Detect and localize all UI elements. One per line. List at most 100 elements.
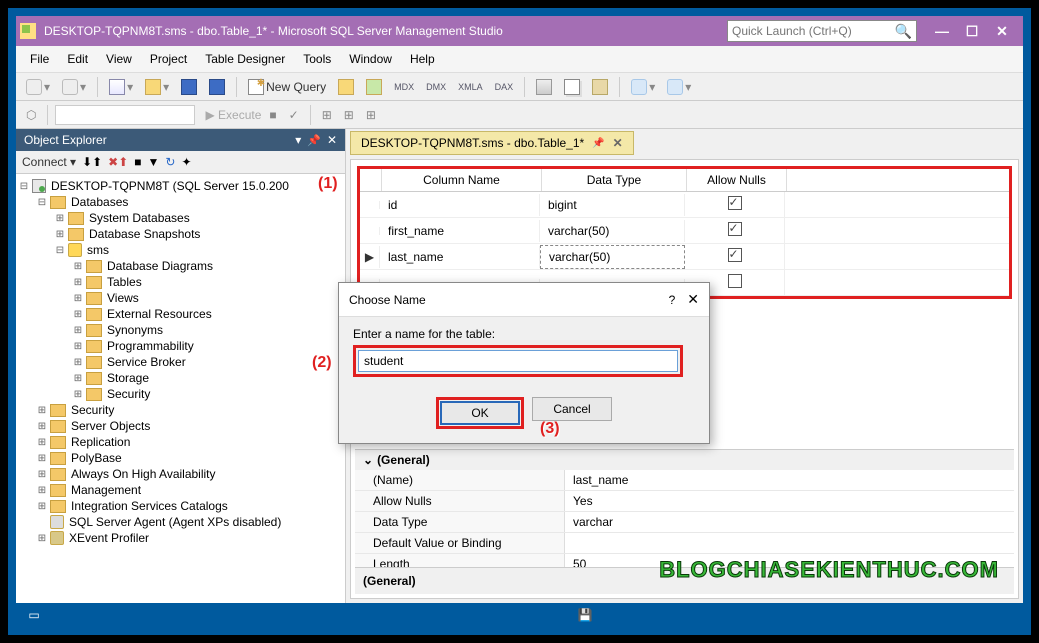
quick-launch-input[interactable] — [732, 24, 895, 38]
prop-row[interactable]: Default Value or Binding — [355, 533, 1014, 554]
main-toolbar: ▾ ▾ ▾ ▾ New Query MDX DMX XMLA DAX ▾ ▾ — [16, 73, 1023, 101]
parse-button: ✓ — [285, 106, 303, 124]
undo-icon — [631, 79, 647, 95]
filter-icon[interactable]: ▼ — [148, 155, 160, 169]
refresh-icon[interactable]: ↻ — [165, 155, 175, 169]
ext-resources-node[interactable]: ⊞External Resources — [18, 306, 343, 322]
allow-nulls-checkbox[interactable] — [728, 274, 742, 288]
menu-edit[interactable]: Edit — [59, 50, 96, 68]
menu-table-designer[interactable]: Table Designer — [197, 50, 293, 68]
snapshots-node[interactable]: ⊞Database Snapshots — [18, 226, 343, 242]
prop-row[interactable]: Data Typevarchar — [355, 512, 1014, 533]
search-icon[interactable]: 🔍 — [895, 23, 912, 40]
storage-node[interactable]: ⊞Storage — [18, 370, 343, 386]
synonyms-node[interactable]: ⊞Synonyms — [18, 322, 343, 338]
prop-row[interactable]: Allow NullsYes — [355, 491, 1014, 512]
tab-close-icon[interactable]: ✕ — [613, 136, 623, 150]
close-button[interactable]: ✕ — [987, 20, 1017, 42]
menu-view[interactable]: View — [98, 50, 140, 68]
new-query-button[interactable]: New Query — [244, 77, 330, 97]
paste-button[interactable] — [588, 77, 612, 97]
dialog-close-icon[interactable]: ✕ — [687, 291, 699, 308]
cut-button[interactable] — [532, 77, 556, 97]
management-node[interactable]: ⊞Management — [18, 482, 343, 498]
agent-node[interactable]: SQL Server Agent (Agent XPs disabled) — [18, 514, 343, 530]
header-allow-nulls: Allow Nulls — [687, 169, 787, 191]
xmla-query-icon[interactable]: XMLA — [454, 80, 487, 94]
help-icon[interactable]: ? — [669, 293, 676, 307]
tab-table-designer[interactable]: DESKTOP-TQPNM8T.sms - dbo.Table_1* 📌 ✕ — [350, 131, 634, 155]
polybase-node[interactable]: ⊞PolyBase — [18, 450, 343, 466]
save-button[interactable] — [177, 77, 201, 97]
allow-nulls-checkbox[interactable] — [728, 222, 742, 236]
xevent-node[interactable]: ⊞XEvent Profiler — [18, 530, 343, 546]
server-node[interactable]: ⊟DESKTOP-TQPNM8T (SQL Server 15.0.200 — [18, 178, 343, 194]
security-node[interactable]: ⊞Security — [18, 386, 343, 402]
connect-server-icon[interactable]: ⬇⬆ — [82, 155, 102, 169]
databases-node[interactable]: ⊟Databases — [18, 194, 343, 210]
nav-forward-button[interactable]: ▾ — [58, 77, 90, 97]
table-row[interactable]: first_name varchar(50) — [360, 218, 1009, 244]
server-objects-node[interactable]: ⊞Server Objects — [18, 418, 343, 434]
table-designer-grid[interactable]: Column Name Data Type Allow Nulls id big… — [357, 166, 1012, 299]
nav-back-button[interactable]: ▾ — [22, 77, 54, 97]
programmability-node[interactable]: ⊞Programmability — [18, 338, 343, 354]
open-file-button[interactable]: ▾ — [141, 77, 173, 97]
system-databases-node[interactable]: ⊞System Databases — [18, 210, 343, 226]
always-on-node[interactable]: ⊞Always On High Availability — [18, 466, 343, 482]
menubar: File Edit View Project Table Designer To… — [16, 46, 1023, 73]
redo-button[interactable]: ▾ — [663, 77, 695, 97]
dialog-label: Enter a name for the table: — [353, 327, 695, 341]
disconnect-icon[interactable]: ✖⬆ — [108, 155, 128, 169]
diagrams-node[interactable]: ⊞Database Diagrams — [18, 258, 343, 274]
choose-name-dialog: Choose Name ? ✕ Enter a name for the tab… — [338, 282, 710, 444]
tree[interactable]: ⊟DESKTOP-TQPNM8T (SQL Server 15.0.200 ⊟D… — [16, 174, 345, 603]
sms-db-node[interactable]: ⊟sms — [18, 242, 343, 258]
plus-icon[interactable]: ✦ — [181, 155, 191, 169]
table-name-input[interactable] — [358, 350, 678, 372]
server-security-node[interactable]: ⊞Security — [18, 402, 343, 418]
minimize-button[interactable]: — — [927, 20, 957, 42]
object-explorer-header: Object Explorer ▾ 📌 ✕ — [16, 129, 345, 151]
close-panel-icon[interactable]: ✕ — [327, 133, 337, 147]
menu-help[interactable]: Help — [402, 50, 443, 68]
execute-button: ▶ Execute — [205, 108, 261, 122]
menu-file[interactable]: File — [22, 50, 57, 68]
stop-connect-icon[interactable]: ■ — [134, 155, 141, 169]
views-node[interactable]: ⊞Views — [18, 290, 343, 306]
as-query-button[interactable] — [362, 77, 386, 97]
cancel-button[interactable]: Cancel — [532, 397, 612, 421]
mdx-query-icon[interactable]: MDX — [390, 80, 418, 94]
tab-pin-icon[interactable]: 📌 — [592, 138, 604, 149]
pin-icon[interactable]: 📌 — [307, 134, 321, 147]
plan-icon: ⊞ — [318, 106, 336, 124]
database-selector[interactable] — [55, 105, 195, 125]
table-row[interactable]: ▶ last_name varchar(50) — [360, 244, 1009, 270]
allow-nulls-checkbox[interactable] — [728, 248, 742, 262]
copy-button[interactable] — [560, 77, 584, 97]
replication-node[interactable]: ⊞Replication — [18, 434, 343, 450]
prop-row[interactable]: (Name)last_name — [355, 470, 1014, 491]
menu-window[interactable]: Window — [341, 50, 400, 68]
dmx-query-icon[interactable]: DMX — [422, 80, 450, 94]
connect-button[interactable]: Connect ▾ — [22, 155, 76, 169]
menu-tools[interactable]: Tools — [295, 50, 339, 68]
isc-node[interactable]: ⊞Integration Services Catalogs — [18, 498, 343, 514]
ok-button[interactable]: OK — [440, 401, 520, 425]
props-section[interactable]: ⌄(General) — [355, 450, 1014, 470]
new-file-button[interactable]: ▾ — [105, 77, 137, 97]
menu-project[interactable]: Project — [142, 50, 195, 68]
collapse-icon[interactable]: ⌄ — [363, 453, 373, 467]
db-query-button[interactable] — [334, 77, 358, 97]
save-all-button[interactable] — [205, 77, 229, 97]
maximize-button[interactable]: ☐ — [957, 20, 987, 42]
service-broker-node[interactable]: ⊞Service Broker — [18, 354, 343, 370]
table-row[interactable]: id bigint — [360, 192, 1009, 218]
dax-query-icon[interactable]: DAX — [491, 80, 518, 94]
quick-launch[interactable]: 🔍 — [727, 20, 917, 42]
tables-node[interactable]: ⊞Tables — [18, 274, 343, 290]
undo-button[interactable]: ▾ — [627, 77, 659, 97]
redo-icon — [667, 79, 683, 95]
allow-nulls-checkbox[interactable] — [728, 196, 742, 210]
window-pos-icon[interactable]: ▾ — [295, 133, 301, 147]
